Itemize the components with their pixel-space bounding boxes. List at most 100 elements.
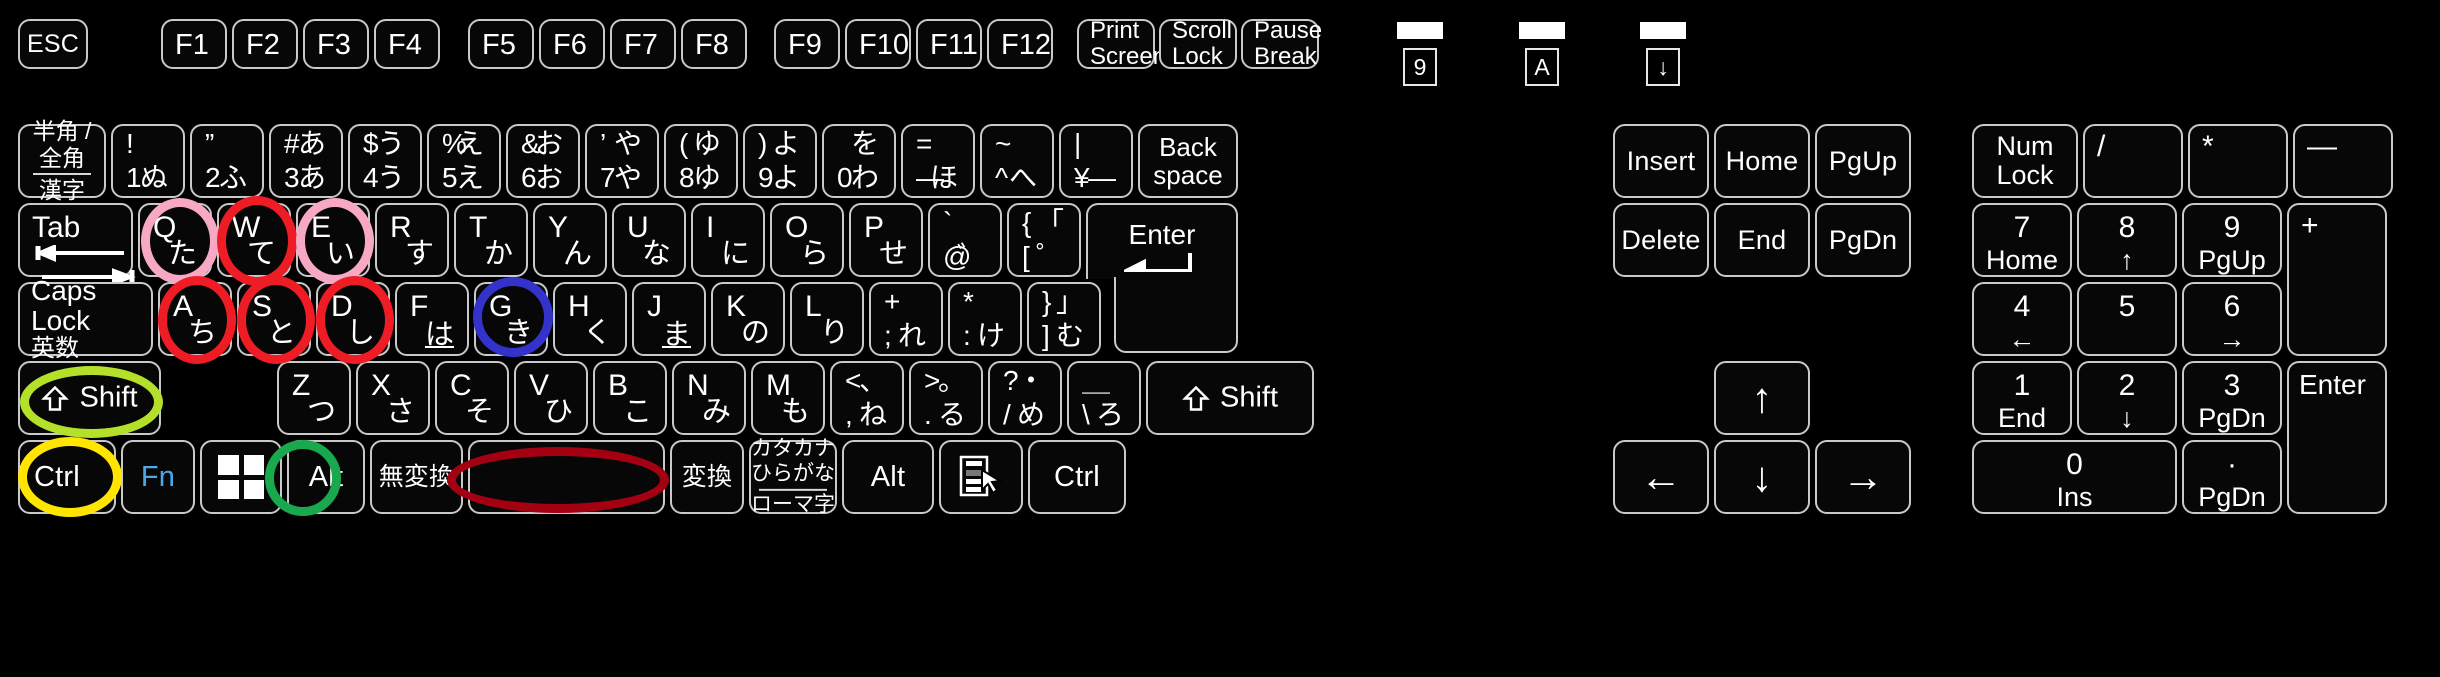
key-numpad-7[interactable]: 7 Home <box>1972 203 2072 277</box>
key-yen[interactable]: | ¥ — <box>1059 124 1133 198</box>
key-b[interactable]: B こ <box>593 361 667 435</box>
key-0[interactable]: を 0 わ <box>822 124 896 198</box>
key-numpad-decimal[interactable]: · PgDn <box>2182 440 2282 514</box>
key-6[interactable]: & お 6 お <box>506 124 580 198</box>
key-f7[interactable]: F7 <box>610 19 676 69</box>
key-i[interactable]: I に <box>691 203 765 277</box>
key-henkan[interactable]: 変換 <box>670 440 744 514</box>
key-hankaku-zenkaku[interactable]: 半角 / 全角 漢字 <box>18 118 106 203</box>
key-shift-left[interactable]: Shift <box>18 361 161 435</box>
key-end[interactable]: End <box>1714 203 1810 277</box>
key-insert[interactable]: Insert <box>1613 124 1709 198</box>
key-g[interactable]: G き <box>474 282 548 356</box>
key-4[interactable]: $ う 4 う <box>348 124 422 198</box>
key-shift-right[interactable]: Shift <box>1146 361 1314 435</box>
key-m[interactable]: M も <box>751 361 825 435</box>
key-at[interactable]: ` @ ゛ <box>928 203 1002 277</box>
key-numpad-multiply[interactable]: * <box>2188 124 2288 198</box>
key-f12[interactable]: F12 <box>987 19 1053 69</box>
key-u[interactable]: U な <box>612 203 686 277</box>
key-3[interactable]: # あ 3 あ <box>269 124 343 198</box>
key-z[interactable]: Z つ <box>277 361 351 435</box>
key-d[interactable]: D し <box>316 282 390 356</box>
key-p[interactable]: P せ <box>849 203 923 277</box>
key-7[interactable]: ’ や 7 や <box>585 124 659 198</box>
key-delete[interactable]: Delete <box>1613 203 1709 277</box>
key-context-menu[interactable] <box>939 440 1023 514</box>
key-j[interactable]: J ま <box>632 282 706 356</box>
key-bracket-right[interactable]: } 」 ] む <box>1027 282 1101 356</box>
key-home[interactable]: Home <box>1714 124 1810 198</box>
key-minus[interactable]: = — ほ <box>901 124 975 198</box>
key-k[interactable]: K の <box>711 282 785 356</box>
key-pgup[interactable]: PgUp <box>1815 124 1911 198</box>
key-r[interactable]: R す <box>375 203 449 277</box>
key-numpad-8[interactable]: 8 ↑ <box>2077 203 2177 277</box>
key-caps-lock[interactable]: Caps Lock 英数 <box>18 275 153 362</box>
key-f[interactable]: F は <box>395 282 469 356</box>
key-f11[interactable]: F11 <box>916 19 982 69</box>
key-scroll-lock[interactable]: Scroll Lock <box>1159 18 1237 69</box>
key-ro[interactable]: ＿ \ ろ <box>1067 361 1141 435</box>
key-q[interactable]: Q た <box>138 203 212 277</box>
key-n[interactable]: N み <box>672 361 746 435</box>
key-alt-left[interactable]: Alt <box>287 440 365 514</box>
key-e[interactable]: E い <box>296 203 370 277</box>
key-f10[interactable]: F10 <box>845 19 911 69</box>
key-f3[interactable]: F3 <box>303 19 369 69</box>
key-space[interactable] <box>468 440 665 514</box>
key-enter-top[interactable]: Enter <box>1086 203 1238 279</box>
key-numpad-plus[interactable]: + <box>2287 203 2387 356</box>
key-fn[interactable]: Fn <box>121 440 195 514</box>
key-c[interactable]: C そ <box>435 361 509 435</box>
key-muhenkan[interactable]: 無変換 <box>370 440 463 514</box>
key-numlock[interactable]: Num Lock <box>1972 124 2078 198</box>
key-pgdn[interactable]: PgDn <box>1815 203 1911 277</box>
key-f8[interactable]: F8 <box>681 19 747 69</box>
key-2[interactable]: ” 2 ふ <box>190 124 264 198</box>
key-numpad-6[interactable]: 6 → <box>2182 282 2282 356</box>
key-bracket-left[interactable]: { 「 [ ゜ <box>1007 203 1081 277</box>
key-a[interactable]: A ち <box>158 282 232 356</box>
key-8[interactable]: ( ゆ 8 ゆ <box>664 124 738 198</box>
key-slash[interactable]: ? ・ / め <box>988 361 1062 435</box>
key-semicolon[interactable]: + ; れ <box>869 282 943 356</box>
key-numpad-3[interactable]: 3 PgDn <box>2182 361 2282 435</box>
key-katakana-hiragana[interactable]: カタカナ ひらがな ローマ字 <box>749 437 837 515</box>
key-comma[interactable]: < 、 , ね <box>830 361 904 435</box>
key-period[interactable]: > 。 . る <box>909 361 983 435</box>
key-t[interactable]: T か <box>454 203 528 277</box>
key-tab[interactable]: Tab <box>18 203 136 286</box>
key-numpad-1[interactable]: 1 End <box>1972 361 2072 435</box>
key-numpad-enter[interactable]: Enter <box>2287 361 2387 514</box>
key-s[interactable]: S と <box>237 282 311 356</box>
key-colon[interactable]: * : け <box>948 282 1022 356</box>
key-alt-right[interactable]: Alt <box>842 440 934 514</box>
key-pause-break[interactable]: Pause Break <box>1241 18 1322 69</box>
key-y[interactable]: Y ん <box>533 203 607 277</box>
key-arrow-right[interactable]: → <box>1815 440 1911 514</box>
key-f6[interactable]: F6 <box>539 19 605 69</box>
key-numpad-4[interactable]: 4 ← <box>1972 282 2072 356</box>
key-f9[interactable]: F9 <box>774 19 840 69</box>
key-caret[interactable]: ~ ^ へ <box>980 124 1054 198</box>
key-f4[interactable]: F4 <box>374 19 440 69</box>
key-x[interactable]: X さ <box>356 361 430 435</box>
key-arrow-down[interactable]: ↓ <box>1714 440 1810 514</box>
key-ctrl-left[interactable]: Ctrl <box>18 440 116 514</box>
key-numpad-9[interactable]: 9 PgUp <box>2182 203 2282 277</box>
key-f2[interactable]: F2 <box>232 19 298 69</box>
key-9[interactable]: ) よ 9 よ <box>743 124 817 198</box>
key-1[interactable]: ! 1 ぬ <box>111 124 185 198</box>
key-numpad-divide[interactable]: / <box>2083 124 2183 198</box>
key-f1[interactable]: F1 <box>161 19 227 69</box>
key-numpad-0[interactable]: 0 Ins <box>1972 440 2177 514</box>
key-v[interactable]: V ひ <box>514 361 588 435</box>
key-l[interactable]: L り <box>790 282 864 356</box>
key-windows[interactable] <box>200 440 282 514</box>
key-numpad-5[interactable]: 5 <box>2077 282 2177 356</box>
key-f5[interactable]: F5 <box>468 19 534 69</box>
key-backspace[interactable]: Back space <box>1138 124 1238 198</box>
key-5[interactable]: % え 5 え <box>427 124 501 198</box>
key-numpad-2[interactable]: 2 ↓ <box>2077 361 2177 435</box>
